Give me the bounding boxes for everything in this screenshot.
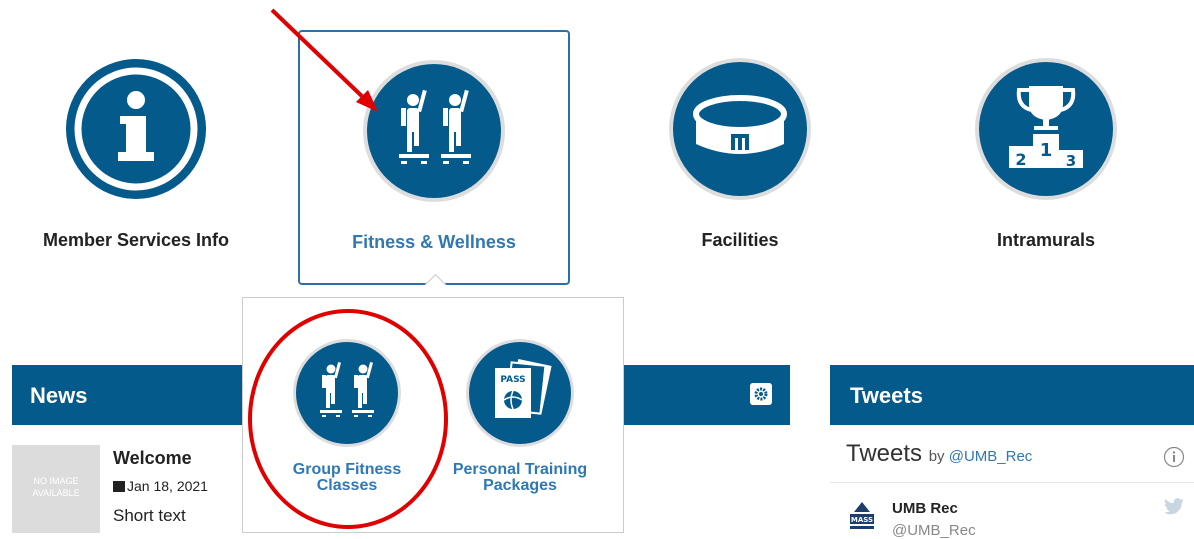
tweets-widget-title: Tweets by @UMB_Rec xyxy=(846,440,1032,468)
tweet-author-name[interactable]: UMB Rec xyxy=(892,500,958,517)
news-item-date: Jan 18, 2021 xyxy=(113,478,208,494)
tweets-header: Tweets xyxy=(830,365,1194,425)
tweets-divider xyxy=(830,482,1194,483)
info-icon xyxy=(66,59,206,199)
thumb-line1: NO IMAGE xyxy=(33,476,79,486)
dropdown-caret xyxy=(424,273,447,296)
avatar[interactable]: MASS xyxy=(846,500,878,532)
calendar-icon xyxy=(113,481,125,492)
stadium-icon xyxy=(669,58,811,200)
tweet-author-handle[interactable]: @UMB_Rec xyxy=(892,522,976,539)
submenu-label-line2: Packages xyxy=(483,477,557,494)
annotation-arrow xyxy=(270,8,378,112)
pass-badge: PASS xyxy=(500,375,525,385)
annotation-circle xyxy=(248,309,448,529)
news-item-title[interactable]: Welcome xyxy=(113,448,192,469)
submenu-item-personal-training[interactable]: PASS Personal Training Packages xyxy=(435,338,605,494)
podium-first: 1 xyxy=(1040,140,1053,161)
trophy-icon: 1 2 3 xyxy=(975,58,1117,200)
tile-label: Facilities xyxy=(701,230,779,250)
tile-label: Fitness & Wellness xyxy=(352,232,516,252)
avatar-text: MASS xyxy=(851,516,873,524)
submenu-label: Personal Training Packages xyxy=(435,462,605,494)
podium-third: 3 xyxy=(1066,152,1076,170)
tile-label: Member Services Info xyxy=(42,230,230,250)
pass-icon: PASS xyxy=(466,339,574,447)
news-item-text: Short text xyxy=(113,506,186,525)
tile-label: Intramurals xyxy=(996,230,1096,250)
news-title: News xyxy=(30,383,88,408)
news-date-text: Jan 18, 2021 xyxy=(127,478,208,494)
gear-icon[interactable] xyxy=(750,383,772,405)
news-thumbnail: NO IMAGE AVAILABLE xyxy=(12,445,100,533)
tweets-title: Tweets xyxy=(850,383,923,408)
tile-member-services[interactable]: Member Services Info xyxy=(0,30,272,285)
tweets-by: by @UMB_Rec xyxy=(929,448,1033,465)
submenu-label-line1: Personal Training xyxy=(452,461,588,478)
tweets-widget-label: Tweets xyxy=(846,440,923,467)
twitter-bird-icon[interactable] xyxy=(1163,498,1185,516)
info-circle-icon[interactable] xyxy=(1163,446,1185,468)
tweets-by-word: by xyxy=(928,448,945,465)
podium-second: 2 xyxy=(1015,150,1026,169)
tweets-handle-link[interactable]: @UMB_Rec xyxy=(949,448,1033,465)
tile-intramurals[interactable]: 1 2 3 Intramurals xyxy=(910,30,1182,285)
thumb-line2: AVAILABLE xyxy=(32,488,80,498)
tile-facilities[interactable]: Facilities xyxy=(604,30,876,285)
